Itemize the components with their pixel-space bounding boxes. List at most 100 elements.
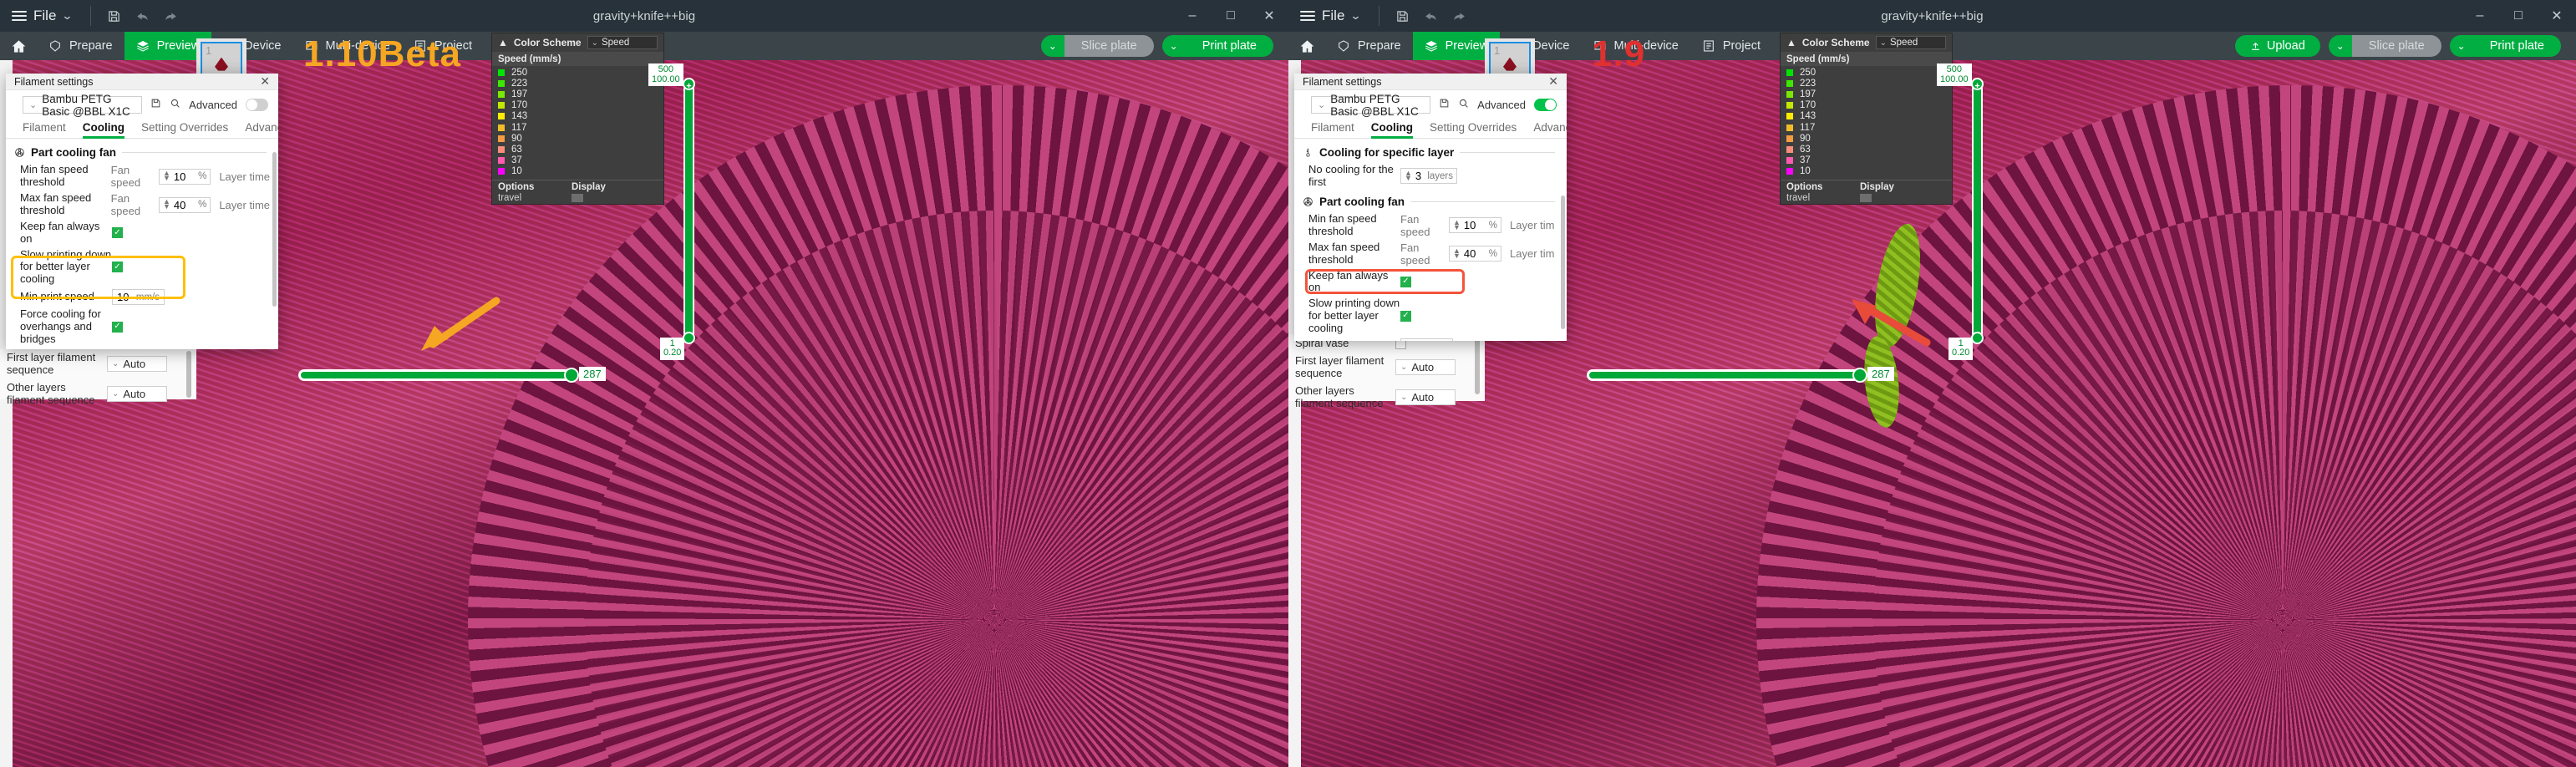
advanced-toggle[interactable] <box>1534 99 1557 111</box>
layer-slider[interactable]: 500 100.00 1 0.20 <box>648 63 695 360</box>
save-icon[interactable] <box>1388 2 1416 30</box>
search-icon[interactable] <box>170 98 180 113</box>
dialog-scrollbar[interactable] <box>1561 196 1565 329</box>
close-icon[interactable]: ✕ <box>1548 74 1558 89</box>
setting-dropdown[interactable]: ⌄ Auto <box>1395 389 1456 406</box>
tab-cooling[interactable]: Cooling <box>82 121 125 139</box>
redo-icon[interactable] <box>156 2 185 30</box>
moves-slider[interactable]: 287 <box>298 367 606 383</box>
print-plate-button[interactable]: Print plate <box>2472 35 2561 57</box>
spinner-arrows-icon[interactable]: ▲ ▼ <box>163 170 170 181</box>
layer-slider-upper-handle[interactable] <box>683 78 695 90</box>
tab-filament[interactable]: Filament <box>1311 121 1354 138</box>
close-button[interactable]: ✕ <box>2538 0 2576 32</box>
min-fan-speed-input[interactable]: ▲ ▼ 10 % <box>1449 217 1501 234</box>
max-fan-speed-input[interactable]: ▲ ▼ 40 % <box>1449 246 1501 262</box>
home-icon[interactable] <box>1288 38 1325 54</box>
min-print-speed-input[interactable]: 10 mm/s <box>1400 338 1453 341</box>
print-plate-split-button[interactable]: ⌄ Print plate <box>1161 35 1273 57</box>
force-cooling-checkbox[interactable]: ✓ <box>112 321 123 333</box>
no-cooling-layers-input[interactable]: ▲ ▼ 3 layers <box>1400 168 1457 185</box>
moves-slider-handle[interactable] <box>564 368 579 383</box>
print-plate-dropdown-icon[interactable]: ⌄ <box>1161 35 1186 57</box>
legend-option-row[interactable]: travel <box>1781 192 1952 204</box>
minimize-button[interactable]: – <box>2461 0 2499 32</box>
nav-item-project[interactable]: Project <box>1690 32 1772 60</box>
file-menu-button[interactable]: File ⌄ <box>0 0 82 32</box>
moves-slider-track[interactable] <box>298 369 574 381</box>
print-plate-button[interactable]: Print plate <box>1185 35 1273 57</box>
option-display-swatch[interactable] <box>1860 193 1872 202</box>
save-icon[interactable] <box>150 98 161 113</box>
process-settings-list: Spiral vase First layer filament sequenc… <box>1288 334 1485 409</box>
spinner-arrows-icon[interactable]: ▲ ▼ <box>1453 219 1461 231</box>
nav-item-prepare[interactable]: Prepare <box>37 32 124 60</box>
file-menu-button[interactable]: File ⌄ <box>1288 0 1370 32</box>
moves-slider-handle[interactable] <box>1852 368 1867 383</box>
moves-slider-track[interactable] <box>1587 369 1862 381</box>
slice-plate-dropdown-icon[interactable]: ⌄ <box>2328 35 2352 57</box>
slice-plate-button[interactable]: Slice plate <box>1064 35 1154 57</box>
redo-icon[interactable] <box>1445 2 1473 30</box>
max-fan-speed-input[interactable]: ▲ ▼ 40 % <box>158 196 211 213</box>
chevron-up-icon[interactable]: ▲ <box>498 37 508 48</box>
legend-option-row[interactable]: travel <box>492 192 663 204</box>
setting-row[interactable]: Other layers filament sequence ⌄ Auto <box>1288 383 1485 413</box>
close-icon[interactable]: ✕ <box>260 74 270 89</box>
option-display-swatch[interactable] <box>572 193 583 202</box>
save-icon[interactable] <box>1439 98 1450 113</box>
min-print-speed-input[interactable]: 10 mm/s <box>112 289 165 306</box>
spinner-arrows-icon[interactable]: ▲ ▼ <box>1405 170 1412 181</box>
advanced-toggle[interactable] <box>246 99 268 111</box>
upload-button[interactable]: Upload <box>2234 35 2320 57</box>
color-scheme-select[interactable]: ⌄ Speed <box>1875 36 1946 49</box>
layer-slider-upper-handle[interactable] <box>1971 78 1984 90</box>
settings-scrollbar[interactable] <box>186 351 191 398</box>
tab-filament[interactable]: Filament <box>23 121 66 138</box>
filament-preset-combo[interactable]: ⌄ Bambu PETG Basic @BBL X1C <box>23 93 143 118</box>
undo-icon[interactable] <box>1416 2 1445 30</box>
maximize-button[interactable]: □ <box>2499 0 2538 32</box>
keep-fan-always-on-checkbox[interactable]: ✓ <box>1400 276 1411 287</box>
slice-plate-dropdown-icon[interactable]: ⌄ <box>1040 35 1064 57</box>
tab-setting-overrides[interactable]: Setting Overrides <box>141 121 228 138</box>
moves-slider[interactable]: 287 <box>1587 367 1894 383</box>
slow-printing-checkbox[interactable]: ✓ <box>112 262 123 273</box>
layer-slider[interactable]: 500 100.00 1 0.20 <box>1937 63 1984 360</box>
dialog-scrollbar[interactable] <box>272 152 277 307</box>
setting-row[interactable]: First layer filament sequence ⌄ Auto <box>1288 353 1485 383</box>
tab-setting-overrides[interactable]: Setting Overrides <box>1430 121 1517 138</box>
print-plate-split-button[interactable]: ⌄ Print plate <box>2449 35 2561 57</box>
maximize-button[interactable]: □ <box>1212 0 1250 32</box>
spinner-arrows-icon[interactable]: ▲ ▼ <box>163 198 170 210</box>
slice-plate-split-button[interactable]: ⌄ Slice plate <box>1040 35 1154 57</box>
undo-icon[interactable] <box>128 2 156 30</box>
setting-dropdown[interactable]: ⌄ Auto <box>107 356 167 373</box>
layer-slider-track[interactable] <box>1972 84 1983 338</box>
filament-preset-combo[interactable]: ⌄ Bambu PETG Basic @BBL X1C <box>1311 93 1431 118</box>
tab-cooling[interactable]: Cooling <box>1370 121 1414 139</box>
spinner-arrows-icon[interactable]: ▲ ▼ <box>1453 247 1461 259</box>
tab-advanced[interactable]: Advanced <box>1533 121 1567 138</box>
close-button[interactable]: ✕ <box>1250 0 1288 32</box>
setting-row[interactable]: Other layers filament sequence ⌄ Auto <box>0 379 196 409</box>
keep-fan-always-on-checkbox[interactable]: ✓ <box>112 227 123 239</box>
slice-plate-button[interactable]: Slice plate <box>2351 35 2441 57</box>
search-icon[interactable] <box>1458 98 1469 113</box>
minimize-button[interactable]: – <box>1173 0 1212 32</box>
setting-dropdown[interactable]: ⌄ Auto <box>1395 359 1456 376</box>
tab-advanced[interactable]: Advanced <box>245 121 278 138</box>
slice-plate-split-button[interactable]: ⌄ Slice plate <box>2328 35 2441 57</box>
layer-slider-track[interactable] <box>683 84 694 338</box>
save-icon[interactable] <box>99 2 128 30</box>
setting-row[interactable]: First layer filament sequence ⌄ Auto <box>0 349 196 379</box>
home-icon[interactable] <box>0 38 37 54</box>
nav-item-prepare[interactable]: Prepare <box>1325 32 1413 60</box>
color-scheme-select[interactable]: ⌄ Speed <box>587 36 658 49</box>
setting-dropdown[interactable]: ⌄ Auto <box>107 386 167 403</box>
chevron-up-icon[interactable]: ▲ <box>1786 37 1796 48</box>
settings-scrollbar[interactable] <box>1475 336 1480 394</box>
print-plate-dropdown-icon[interactable]: ⌄ <box>2449 35 2473 57</box>
min-fan-speed-input[interactable]: ▲ ▼ 10 % <box>158 168 211 185</box>
slow-printing-checkbox[interactable]: ✓ <box>1400 310 1411 322</box>
